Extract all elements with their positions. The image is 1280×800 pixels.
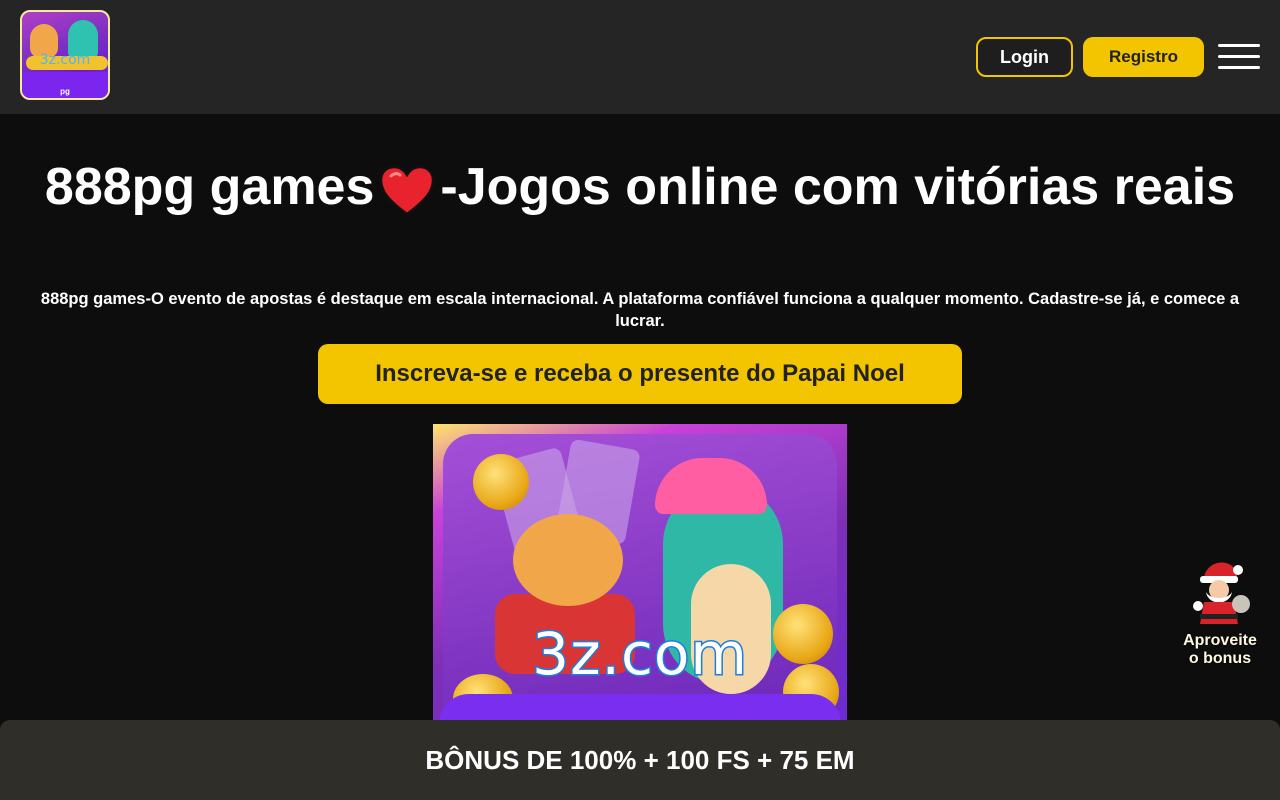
coin-graphic xyxy=(473,454,529,510)
logo-text: 3z.com xyxy=(39,52,91,68)
logo-subtext: pg xyxy=(60,87,70,96)
site-header: 3z.com pg Login Registro xyxy=(0,0,1280,114)
hamburger-icon[interactable] xyxy=(1218,44,1260,70)
title-part-1: 888pg games xyxy=(44,158,375,216)
signup-cta-button[interactable]: Inscreva-se e receba o presente do Papai… xyxy=(318,344,962,404)
bonus-bar-text: BÔNUS DE 100% + 100 FS + 75 EM xyxy=(425,744,855,775)
bonus-label-line-1: Aproveite xyxy=(1183,632,1257,649)
site-logo[interactable]: 3z.com pg xyxy=(20,10,110,100)
bonus-label[interactable]: Aproveite o bonus xyxy=(1170,632,1270,668)
banner-brand-text: 3z.com xyxy=(531,619,749,690)
tiger-head xyxy=(513,514,623,606)
menu-line xyxy=(1218,55,1260,58)
register-button[interactable]: Registro xyxy=(1083,37,1204,77)
menu-line xyxy=(1218,66,1260,69)
page-title: 888pg games -Jogos online com vitórias re… xyxy=(20,156,1260,218)
heart-icon xyxy=(380,166,435,216)
login-button[interactable]: Login xyxy=(976,37,1073,77)
title-part-2: -Jogos online com vitórias reais xyxy=(440,158,1236,216)
menu-line xyxy=(1218,44,1260,47)
bonus-bottom-bar[interactable]: BÔNUS DE 100% + 100 FS + 75 EM xyxy=(0,720,1280,800)
santa-icon[interactable] xyxy=(1186,556,1250,628)
page-description: 888pg games-O evento de apostas é destaq… xyxy=(40,290,1240,330)
promo-banner[interactable]: 3z.com xyxy=(433,424,847,724)
bonus-label-line-2: o bonus xyxy=(1188,650,1252,667)
